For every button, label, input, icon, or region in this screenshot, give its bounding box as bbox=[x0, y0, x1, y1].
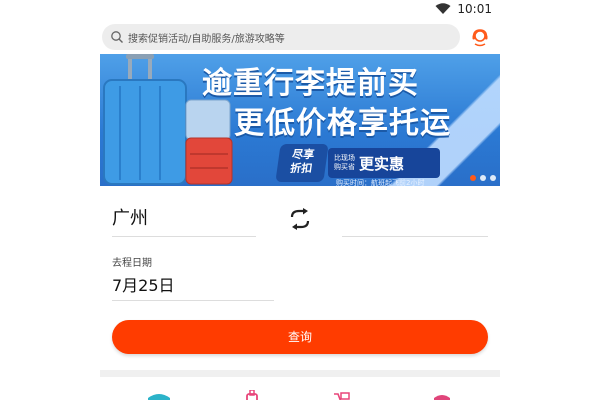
badge-left-line2: 折扣 bbox=[289, 162, 314, 175]
status-right: 10:01 bbox=[435, 2, 492, 16]
date-underline bbox=[112, 300, 274, 301]
carousel-dot[interactable] bbox=[490, 175, 496, 181]
status-time: 10:01 bbox=[457, 2, 492, 16]
departure-underline bbox=[112, 236, 256, 237]
query-button[interactable]: 查询 bbox=[112, 320, 488, 354]
service-icon-1[interactable] bbox=[146, 390, 172, 400]
carousel-dot-active[interactable] bbox=[470, 175, 476, 181]
search-bar[interactable]: 搜索促销活动/自助服务/旅游攻略等 bbox=[102, 24, 460, 50]
service-icon-2[interactable] bbox=[244, 390, 260, 400]
top-bar: 搜索促销活动/自助服务/旅游攻略等 bbox=[100, 22, 500, 52]
wifi-icon bbox=[435, 3, 451, 14]
savings-badge-small: 比现场 购买省 bbox=[334, 154, 355, 172]
banner-headline-1: 逾重行李提前买 bbox=[202, 66, 419, 101]
customer-service-icon[interactable] bbox=[470, 27, 490, 47]
arrival-city[interactable] bbox=[342, 204, 488, 232]
carousel-dot[interactable] bbox=[480, 175, 486, 181]
promo-banner[interactable]: 逾重行李提前买 更低价格享托运 尽享 折扣 比现场 购买省 更实惠 购买时间：航… bbox=[100, 54, 500, 186]
badge-left-line1: 尽享 bbox=[291, 148, 316, 161]
search-placeholder: 搜索促销活动/自助服务/旅游攻略等 bbox=[128, 33, 285, 45]
status-bar: 10:01 bbox=[100, 0, 500, 20]
savings-badge-text: 更实惠 bbox=[359, 154, 405, 173]
swap-icon[interactable] bbox=[288, 208, 312, 230]
city-selector: 广州 bbox=[100, 196, 500, 240]
badge-small-line1: 比现场 bbox=[334, 154, 355, 162]
departure-city[interactable]: 广州 bbox=[112, 204, 148, 230]
date-value: 7月25日 bbox=[112, 276, 175, 295]
departure-date[interactable]: 去程日期 7月25日 bbox=[112, 254, 274, 302]
section-divider bbox=[100, 370, 500, 377]
arrival-underline bbox=[342, 236, 488, 237]
search-icon bbox=[111, 31, 123, 43]
date-label: 去程日期 bbox=[112, 258, 152, 269]
badge-small-line2: 购买省 bbox=[334, 163, 355, 171]
savings-badge: 比现场 购买省 更实惠 bbox=[328, 148, 440, 178]
app-screen: 10:01 搜索促销活动/自助服务/旅游攻略等 逾重行李提前买 更低价格享托运 … bbox=[100, 0, 500, 400]
discount-badge: 尽享 折扣 bbox=[275, 144, 329, 182]
banner-headline-2: 更低价格享托运 bbox=[234, 106, 451, 141]
banner-footnote: 购买时间：航班起飞前2小时 bbox=[336, 179, 425, 186]
service-icon-4[interactable] bbox=[430, 390, 454, 400]
carousel-dots bbox=[470, 175, 496, 181]
service-icon-3[interactable] bbox=[332, 390, 352, 400]
